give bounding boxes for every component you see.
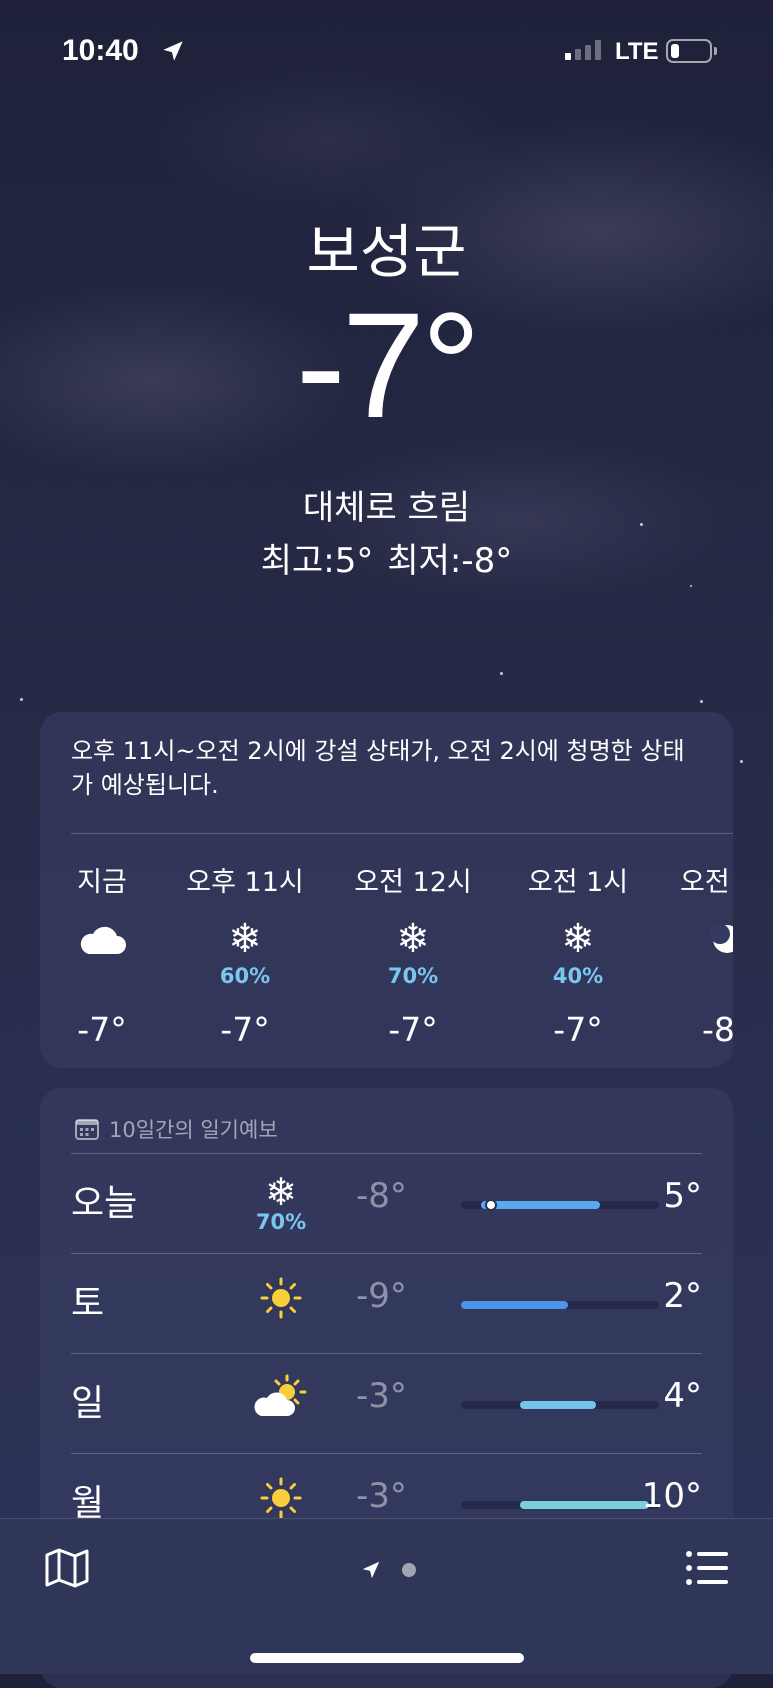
star xyxy=(500,672,503,675)
low-temp: -3° xyxy=(356,1476,407,1516)
temp-range-fill xyxy=(461,1301,568,1309)
high-temp: 최고:5° xyxy=(260,541,374,581)
day-row[interactable]: 일 -3° 4° xyxy=(71,1353,702,1454)
hour-label: 오후 11시 xyxy=(186,867,304,898)
status-bar: 10:40 LTE xyxy=(0,0,773,100)
low-temp: -9° xyxy=(356,1276,407,1316)
location-arrow-icon xyxy=(163,41,183,61)
temp-range-bar xyxy=(461,1401,659,1409)
daily-header-label: 10일간의 일기예보 xyxy=(109,1118,278,1142)
hour-item: 오후 11시 ❄ 60% -7° xyxy=(180,860,310,1049)
hour-item: 오전 1시 ❄ 40% -7° xyxy=(513,860,643,1049)
page-dot xyxy=(402,1563,416,1577)
page-indicator[interactable] xyxy=(360,1559,416,1581)
precip-chance: 70% xyxy=(255,1210,307,1234)
hour-label: 오전 xyxy=(680,867,730,898)
snowflake-icon: ❄ xyxy=(561,916,595,962)
hour-label: 오전 1시 xyxy=(527,867,629,898)
hour-temp: -8 xyxy=(702,1010,733,1049)
day-row[interactable]: 오늘 ❄ 70% -8° 5° xyxy=(71,1153,702,1254)
high-temp: 4° xyxy=(663,1376,702,1416)
temp-range-fill xyxy=(520,1401,596,1409)
network-label: LTE xyxy=(615,38,659,65)
sun-icon xyxy=(246,1476,316,1524)
high-low: 최고:5° 최저:-8° xyxy=(0,533,773,582)
star xyxy=(20,698,23,701)
current-temp-dot xyxy=(484,1199,497,1211)
list-icon[interactable] xyxy=(684,1547,730,1589)
star xyxy=(740,760,743,763)
partly-sunny-icon xyxy=(246,1374,316,1424)
sun-icon xyxy=(246,1276,316,1324)
weather-condition: 대체로 흐림 xyxy=(302,488,471,528)
temp-range-fill xyxy=(480,1201,600,1209)
current-temperature: -7° xyxy=(295,281,481,449)
hour-label: 지금 xyxy=(77,867,127,898)
hour-item: 오전 12시 ❄ 70% -7° xyxy=(348,860,478,1049)
battery-icon xyxy=(666,39,717,63)
day-label: 오늘 xyxy=(71,1183,138,1224)
location-arrow-icon xyxy=(362,1561,380,1579)
cloud-icon xyxy=(40,914,167,964)
city-name: 보성군 xyxy=(306,218,467,286)
calendar-icon xyxy=(75,1119,99,1140)
home-indicator xyxy=(250,1653,524,1663)
low-temp: -3° xyxy=(356,1376,407,1416)
divider xyxy=(71,833,733,834)
forecast-summary: 오후 11시~오전 2시에 강설 상태가, 오전 2시에 청명한 상태가 예상됩… xyxy=(71,737,685,799)
status-time: 10:40 xyxy=(62,34,139,67)
temp-range-bar xyxy=(461,1501,659,1509)
star xyxy=(700,700,703,703)
temp-range-bar xyxy=(461,1199,659,1211)
bottom-toolbar xyxy=(0,1518,773,1674)
temp-range-bar xyxy=(461,1301,659,1309)
low-temp: -8° xyxy=(356,1176,407,1216)
precip-chance: 70% xyxy=(387,964,439,988)
day-label: 일 xyxy=(71,1383,105,1424)
moon-icon xyxy=(680,914,733,964)
hour-label: 오전 12시 xyxy=(354,867,472,898)
day-label: 토 xyxy=(71,1283,105,1324)
hour-item: 오전 -8 xyxy=(680,860,733,1049)
star xyxy=(690,585,692,587)
daily-header: 10일간의 일기예보 xyxy=(75,1114,278,1144)
precip-chance xyxy=(40,964,167,990)
high-temp: 2° xyxy=(663,1276,702,1316)
snowflake-icon: ❄ 70% xyxy=(246,1172,316,1234)
hour-temp: -7° xyxy=(220,1010,270,1049)
snowflake-icon: ❄ xyxy=(228,916,262,962)
hour-temp: -7° xyxy=(388,1010,438,1049)
hour-temp: -7° xyxy=(77,1010,127,1049)
hourly-forecast-card[interactable]: 오후 11시~오전 2시에 강설 상태가, 오전 2시에 청명한 상태가 예상됩… xyxy=(40,712,733,1068)
map-icon[interactable] xyxy=(44,1547,90,1589)
hour-temp: -7° xyxy=(553,1010,603,1049)
low-temp: 최저:-8° xyxy=(387,541,513,581)
precip-chance: 60% xyxy=(219,964,271,988)
snowflake-icon: ❄ xyxy=(396,916,430,962)
hour-item: 지금 -7° xyxy=(40,860,167,1049)
high-temp: 10° xyxy=(641,1476,702,1516)
precip-chance xyxy=(680,964,733,990)
temp-range-fill xyxy=(520,1501,650,1509)
day-row[interactable]: 토 -9° 2° xyxy=(71,1253,702,1354)
high-temp: 5° xyxy=(663,1176,702,1216)
precip-chance: 40% xyxy=(552,964,604,988)
signal-icon xyxy=(565,40,601,60)
